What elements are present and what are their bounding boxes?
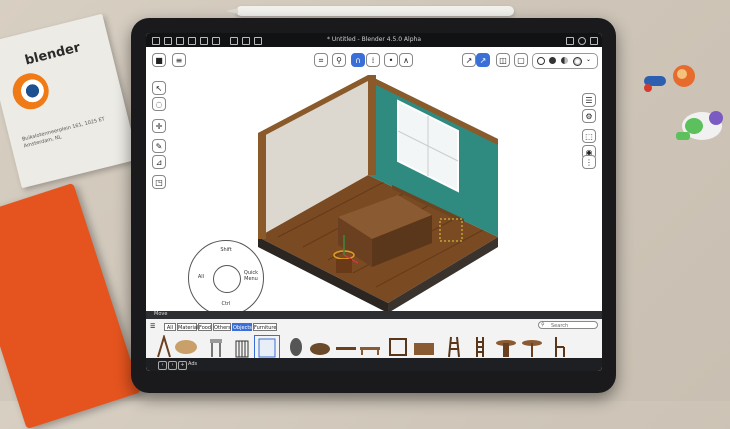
back-icon[interactable]: ‹: [158, 361, 167, 370]
asset-round-table[interactable]: [520, 335, 544, 359]
pie-center[interactable]: [213, 265, 241, 293]
cursor-icon[interactable]: ↖: [152, 81, 166, 95]
overlay-icon[interactable]: ↗: [476, 53, 490, 67]
snap-icon[interactable]: ⚲: [332, 53, 346, 67]
asset-round-rug[interactable]: [308, 335, 332, 359]
search-icon: ⚲: [541, 322, 545, 328]
asset-low-table[interactable]: [358, 335, 382, 359]
magnet-icon[interactable]: ∩: [351, 53, 365, 67]
blender-business-card: blender Buikslotermeerplein 161, 1025 ET…: [0, 13, 139, 189]
footer-bar: ‹ › + Ads: [146, 358, 602, 371]
preferences-icon[interactable]: [566, 37, 574, 45]
pie-all[interactable]: All: [194, 274, 208, 280]
asset-easel[interactable]: [152, 335, 176, 359]
card-brand: blender: [23, 40, 82, 69]
add-cube-icon[interactable]: ◳: [152, 175, 166, 189]
wireframe-icon[interactable]: [537, 57, 545, 65]
add-icon[interactable]: +: [178, 361, 187, 370]
transform-icon[interactable]: ⌗: [314, 53, 328, 67]
toy-figure-1: [644, 65, 695, 92]
more-options-icon[interactable]: ⋮: [582, 155, 596, 169]
shading-group: ⌄: [532, 53, 598, 69]
chevron-down-icon[interactable]: ⌄: [586, 56, 591, 63]
xray-icon[interactable]: ◫: [496, 53, 510, 67]
asset-chest[interactable]: [412, 335, 436, 359]
view-camera-icon[interactable]: ⬚: [582, 129, 596, 143]
asset-wood-frame[interactable]: [386, 335, 410, 359]
orange-notebook: r: [0, 182, 142, 429]
isometric-room[interactable]: [258, 67, 498, 313]
tab-others[interactable]: Others: [213, 323, 231, 331]
tab-all[interactable]: All: [164, 323, 176, 331]
select-circle-icon[interactable]: ◌: [152, 97, 166, 111]
material-preview-icon[interactable]: [561, 57, 568, 64]
asset-bird-cage[interactable]: [230, 335, 254, 359]
pie-ctrl[interactable]: Ctrl: [215, 301, 237, 307]
blender-screen: * Untitled - Blender 4.5.0 Alpha ⌗ ⚲ ∩ ⁞…: [146, 33, 602, 371]
asset-ladder-2[interactable]: [468, 335, 492, 359]
tab-material[interactable]: Material: [177, 323, 198, 331]
panel-header-label: Move: [154, 311, 168, 317]
move-icon[interactable]: ✛: [152, 119, 166, 133]
measure-icon[interactable]: ⊿: [152, 155, 166, 169]
top-bar: * Untitled - Blender 4.5.0 Alpha: [146, 33, 602, 47]
help-icon[interactable]: [578, 37, 586, 45]
asset-bar-stool[interactable]: [204, 335, 228, 359]
annotate-icon[interactable]: ✎: [152, 139, 166, 153]
asset-palette[interactable]: [174, 335, 198, 359]
asset-panel-header[interactable]: Move: [146, 311, 602, 319]
asset-search-input[interactable]: Search: [538, 321, 598, 329]
menu-icon[interactable]: ≡: [172, 53, 186, 67]
fullscreen-icon[interactable]: [590, 37, 598, 45]
blender-logo-icon: [8, 69, 53, 114]
tab-food[interactable]: Food: [198, 323, 212, 331]
footer-label: Ads: [188, 361, 198, 367]
asset-mirror[interactable]: [284, 335, 308, 359]
modifier-pie-menu[interactable]: Shift All Quick Menu Ctrl: [188, 240, 264, 316]
apple-pencil: [226, 6, 514, 16]
asset-ladder-1[interactable]: [442, 335, 466, 359]
select-box-icon[interactable]: ■: [152, 53, 166, 67]
pie-quick-menu[interactable]: Quick Menu: [241, 270, 261, 282]
gizmo-icon[interactable]: ↗: [462, 53, 476, 67]
tab-furniture[interactable]: Furniture: [253, 323, 277, 331]
proportional-icon[interactable]: ∧: [399, 53, 413, 67]
card-address: Buikslotermeerplein 161, 1025 ET Amsterd…: [21, 116, 106, 150]
asset-chair[interactable]: [548, 335, 572, 359]
properties-icon[interactable]: ⚙: [582, 109, 596, 123]
outliner-icon[interactable]: ☰: [582, 93, 596, 107]
pivot-icon[interactable]: •: [384, 53, 398, 67]
asset-bench[interactable]: [334, 335, 358, 359]
toy-figure-2: [676, 111, 723, 140]
window-title: * Untitled - Blender 4.5.0 Alpha: [326, 36, 421, 43]
camera-icon[interactable]: ▢: [514, 53, 528, 67]
solid-icon[interactable]: [549, 57, 556, 64]
tab-objects[interactable]: Objects: [232, 323, 252, 331]
pie-shift[interactable]: Shift: [215, 247, 237, 253]
grid-icon[interactable]: ⁞: [366, 53, 380, 67]
rendered-icon[interactable]: [573, 57, 582, 66]
list-icon[interactable]: ☰: [150, 323, 155, 330]
asset-barrel-table[interactable]: [494, 335, 518, 359]
forward-icon[interactable]: ›: [168, 361, 177, 370]
